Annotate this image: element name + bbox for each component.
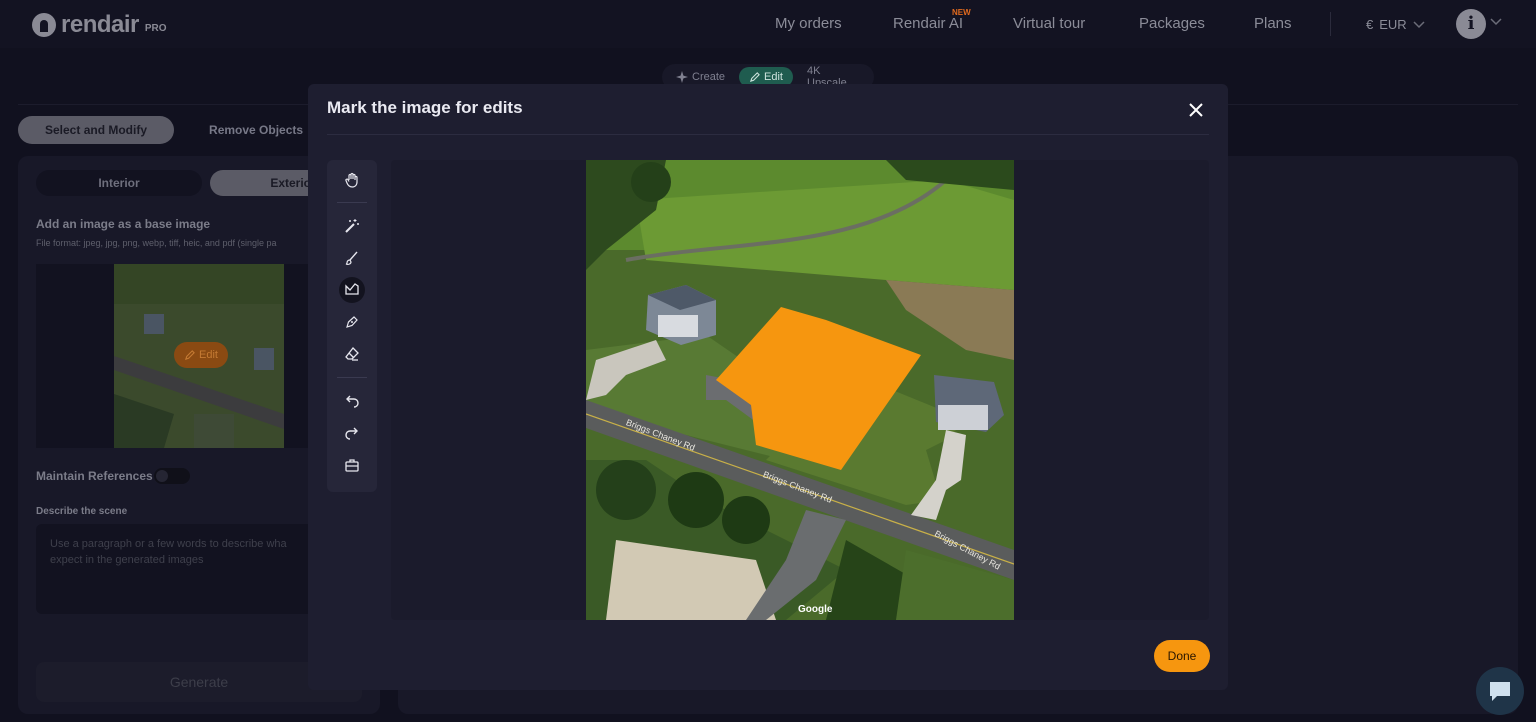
nav-my-orders[interactable]: My orders — [775, 15, 842, 32]
chevron-down-icon — [1413, 20, 1425, 28]
new-badge: NEW — [952, 8, 971, 17]
describe-scene-label: Describe the scene — [36, 506, 128, 517]
pencil-icon — [184, 349, 195, 360]
scene-description-input[interactable]: Use a paragraph or a few words to descri… — [36, 524, 336, 614]
top-navbar: rendair PRO My orders Rendair AI NEW Vir… — [0, 0, 1536, 48]
tab-edit-label: Edit — [764, 71, 783, 83]
hand-icon[interactable] — [339, 167, 365, 193]
mask-toolbar — [327, 160, 377, 492]
interior-option[interactable]: Interior — [36, 170, 202, 196]
brand-tier: PRO — [144, 22, 167, 34]
maintain-references-toggle[interactable] — [154, 468, 190, 484]
close-icon[interactable] — [1186, 100, 1206, 120]
sparkle-icon — [676, 71, 688, 83]
brand-name: rendair — [61, 11, 139, 38]
nav-plans[interactable]: Plans — [1254, 15, 1292, 32]
nav-virtual-tour[interactable]: Virtual tour — [1013, 15, 1085, 32]
modal-divider — [327, 134, 1209, 135]
aerial-image[interactable]: Briggs Chaney Rd Briggs Chaney Rd Briggs… — [586, 160, 1014, 620]
pencil-icon — [749, 71, 760, 82]
edit-subtabs: Select and Modify Remove Objects — [18, 116, 330, 144]
edit-mask-modal: Mark the image for edits Briggs Chaney R… — [308, 84, 1228, 690]
currency-code: EUR — [1379, 17, 1407, 32]
nav-divider — [1330, 12, 1331, 36]
chevron-down-icon[interactable] — [1490, 18, 1502, 26]
pen-icon[interactable] — [339, 309, 365, 335]
file-format-note: File format: jpeg, jpg, png, webp, tiff,… — [36, 238, 277, 248]
lasso-icon[interactable] — [339, 277, 365, 303]
base-image-title: Add an image as a base image — [36, 217, 211, 231]
edit-image-label: Edit — [199, 349, 218, 361]
map-attribution: Google — [798, 604, 833, 615]
brush-icon[interactable] — [339, 245, 365, 271]
logo-mark-icon — [32, 13, 56, 37]
done-button[interactable]: Done — [1154, 640, 1210, 672]
eraser-icon[interactable] — [339, 341, 365, 367]
tab-create-label: Create — [692, 71, 726, 83]
undo-icon[interactable] — [339, 388, 365, 414]
edit-image-button[interactable]: Edit — [174, 342, 228, 368]
nav-packages[interactable]: Packages — [1139, 15, 1205, 32]
clear-icon[interactable] — [339, 452, 365, 478]
currency-selector[interactable]: € EUR — [1366, 17, 1425, 32]
user-avatar[interactable]: i — [1456, 9, 1486, 39]
toolbar-divider — [337, 377, 367, 378]
tab-select-and-modify[interactable]: Select and Modify — [18, 116, 175, 144]
brand-logo[interactable]: rendair PRO — [32, 11, 167, 39]
mask-canvas[interactable]: Briggs Chaney Rd Briggs Chaney Rd Briggs… — [391, 160, 1209, 620]
nav-rendair-ai[interactable]: Rendair AI — [893, 15, 963, 32]
magic-wand-icon[interactable] — [339, 213, 365, 239]
chat-icon — [1490, 682, 1510, 701]
chat-widget-button[interactable] — [1476, 667, 1524, 715]
currency-symbol: € — [1366, 17, 1374, 32]
toolbar-divider — [337, 202, 367, 203]
redo-icon[interactable] — [339, 420, 365, 446]
maintain-references-label: Maintain References — [36, 469, 153, 483]
modal-title: Mark the image for edits — [327, 98, 523, 117]
